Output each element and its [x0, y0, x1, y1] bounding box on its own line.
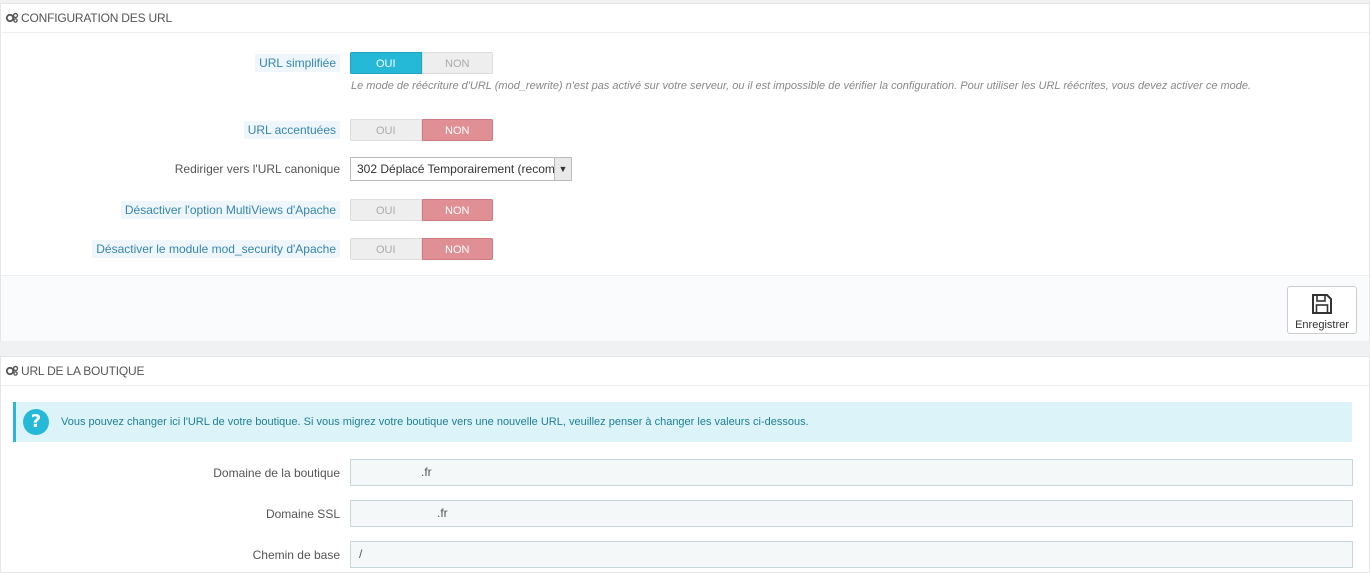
- save-button[interactable]: Enregistrer: [1287, 286, 1357, 334]
- floppy-disk-icon: [1288, 293, 1356, 318]
- canonical-select[interactable]: 302 Déplacé Temporairement (recom ▼: [350, 157, 572, 181]
- canonical-selected-value: 302 Déplacé Temporairement (recom: [357, 162, 554, 176]
- friendly-url-yes[interactable]: OUI: [350, 52, 422, 74]
- accented-url-label: URL accentuées: [243, 121, 340, 139]
- shop-domain-value: .fr: [421, 465, 432, 479]
- panel-heading: URL DE LA BOUTIQUE: [1, 357, 1369, 386]
- friendly-url-no[interactable]: NON: [421, 52, 493, 74]
- base-uri-label: Chemin de base: [252, 548, 340, 562]
- gears-icon: [5, 358, 19, 386]
- mod-security-yes[interactable]: OUI: [350, 238, 422, 260]
- gears-icon: [5, 5, 19, 33]
- info-alert: ? Vous pouvez changer ici l'URL de votre…: [13, 402, 1352, 442]
- multiviews-label: Désactiver l'option MultiViews d'Apache: [120, 201, 340, 219]
- friendly-url-label: URL simplifiée: [255, 54, 340, 72]
- ssl-domain-label: Domaine SSL: [265, 507, 340, 521]
- friendly-url-help: Le mode de réécriture d'URL (mod_rewrite…: [351, 80, 1252, 92]
- panel-footer: Enregistrer: [1, 275, 1369, 341]
- accented-url-switch[interactable]: OUI NON: [350, 119, 493, 141]
- mod-security-label: Désactiver le module mod_security d'Apac…: [92, 240, 340, 258]
- chevron-down-icon[interactable]: ▼: [554, 158, 571, 180]
- panel-title: URL DE LA BOUTIQUE: [21, 364, 145, 378]
- save-button-label: Enregistrer: [1295, 319, 1349, 331]
- mod-security-no[interactable]: NON: [421, 238, 493, 260]
- ssl-domain-input[interactable]: .fr: [350, 500, 1353, 527]
- accented-url-no[interactable]: NON: [421, 119, 493, 141]
- multiviews-no[interactable]: NON: [421, 199, 493, 221]
- multiviews-yes[interactable]: OUI: [350, 199, 422, 221]
- friendly-url-switch[interactable]: OUI NON: [350, 52, 493, 74]
- alert-message: Vous pouvez changer ici l'URL de votre b…: [61, 416, 809, 428]
- mod-security-switch[interactable]: OUI NON: [350, 238, 493, 260]
- panel-title: CONFIGURATION DES URL: [21, 11, 172, 25]
- canonical-label: Rediriger vers l'URL canonique: [174, 162, 340, 176]
- url-configuration-panel: CONFIGURATION DES URL URL simplifiée OUI…: [0, 3, 1370, 341]
- accented-url-yes[interactable]: OUI: [350, 119, 422, 141]
- base-uri-input[interactable]: /: [350, 541, 1353, 568]
- shop-domain-input[interactable]: .fr: [350, 459, 1353, 486]
- shop-url-panel: URL DE LA BOUTIQUE ? Vous pouvez changer…: [0, 356, 1370, 573]
- panel-heading: CONFIGURATION DES URL: [1, 4, 1369, 33]
- multiviews-switch[interactable]: OUI NON: [350, 199, 493, 221]
- shop-domain-label: Domaine de la boutique: [213, 466, 340, 480]
- question-circle-icon: ?: [23, 409, 49, 435]
- ssl-domain-value: .fr: [437, 506, 448, 520]
